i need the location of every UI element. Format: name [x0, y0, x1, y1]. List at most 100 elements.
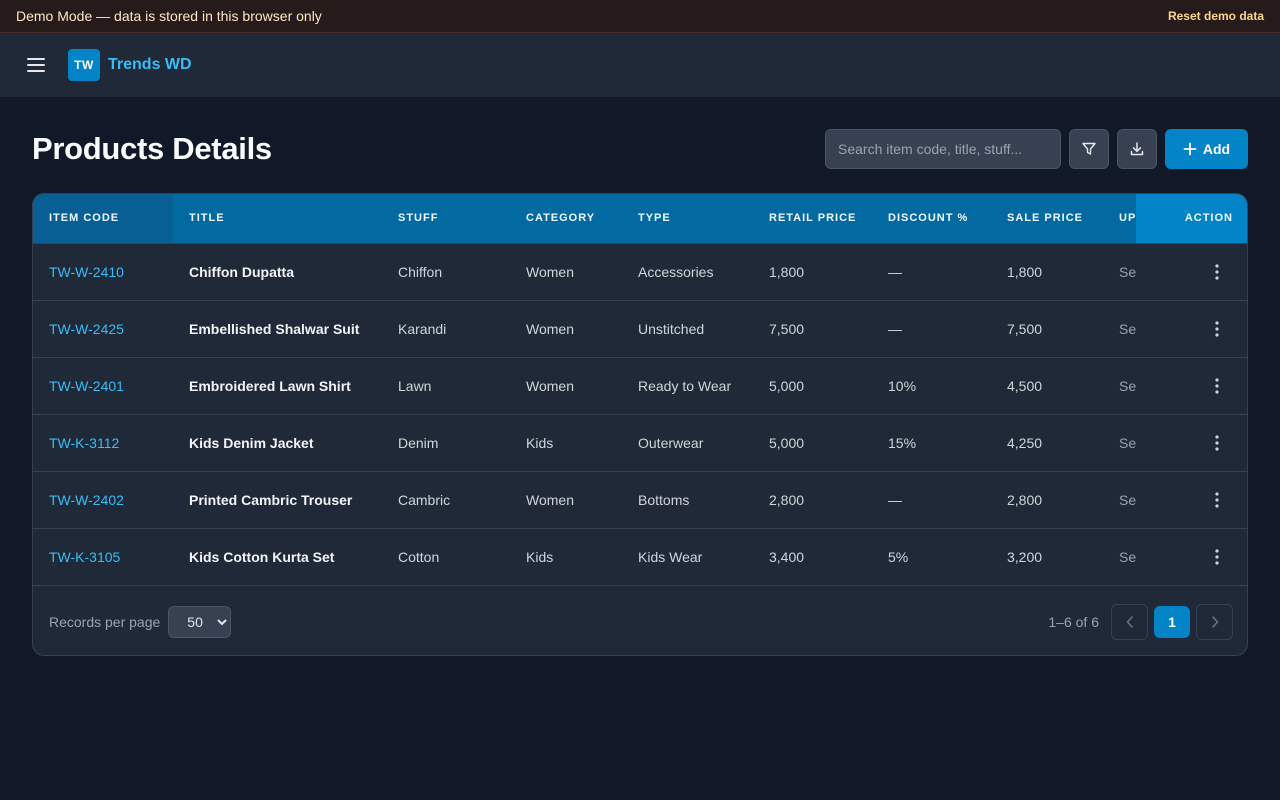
- reset-demo-data-button[interactable]: Reset demo data: [1168, 9, 1264, 23]
- download-button[interactable]: [1117, 129, 1157, 169]
- column-header-item-code[interactable]: ITEM CODE: [33, 194, 173, 243]
- product-type: Ready to Wear: [638, 377, 732, 394]
- product-title: Embellished Shalwar Suit: [189, 320, 360, 337]
- product-category: Women: [526, 320, 574, 337]
- table-row: TW-K-3112 Kids Denim Jacket Denim Kids O…: [33, 414, 1247, 471]
- pagination: 1–6 of 6 1: [1048, 603, 1233, 640]
- retail-price: 1,800: [769, 263, 805, 280]
- app-header: TW Trends WD: [0, 33, 1280, 97]
- table-row: TW-W-2410 Chiffon Dupatta Chiffon Women …: [33, 243, 1247, 300]
- discount: —: [888, 263, 902, 280]
- retail-price: 7,500: [769, 320, 805, 337]
- table-row: TW-W-2401 Embroidered Lawn Shirt Lawn Wo…: [33, 357, 1247, 414]
- page-title: Products Details: [32, 131, 272, 166]
- up-value: Se: [1119, 263, 1136, 280]
- row-action-cell: [1136, 243, 1247, 300]
- product-stuff: Cotton: [398, 548, 440, 565]
- chevron-right-icon: [1211, 615, 1218, 628]
- more-vertical-icon: [1215, 263, 1219, 280]
- brand-name: Trends WD: [108, 56, 192, 73]
- column-header-stuff[interactable]: STUFF: [382, 194, 510, 243]
- product-title: Printed Cambric Trouser: [189, 491, 353, 508]
- row-action-cell: [1136, 528, 1247, 585]
- item-code-link[interactable]: TW-K-3112: [33, 414, 173, 471]
- product-category: Women: [526, 377, 574, 394]
- row-actions-button[interactable]: [1205, 545, 1229, 569]
- records-per-page-label: Records per page: [49, 613, 161, 630]
- records-per-page: Records per page 50: [49, 605, 232, 638]
- row-action-cell: [1136, 300, 1247, 357]
- table-row: TW-K-3105 Kids Cotton Kurta Set Cotton K…: [33, 528, 1247, 585]
- logo-badge: TW: [68, 49, 100, 81]
- column-header-type[interactable]: TYPE: [622, 194, 753, 243]
- product-stuff: Chiffon: [398, 263, 443, 280]
- more-vertical-icon: [1215, 549, 1219, 565]
- product-type: Outerwear: [638, 434, 704, 451]
- up-value: Se: [1119, 320, 1136, 337]
- row-action-cell: [1136, 357, 1247, 414]
- table-row: TW-W-2402 Printed Cambric Trouser Cambri…: [33, 471, 1247, 528]
- sale-price: 4,500: [1007, 377, 1043, 394]
- retail-price: 5,000: [769, 434, 805, 451]
- next-page-button[interactable]: [1196, 603, 1233, 640]
- products-table: ITEM CODE TITLE STUFF CATEGORY TYPE RETA…: [33, 194, 1247, 585]
- row-actions-button[interactable]: [1205, 488, 1229, 512]
- column-header-title[interactable]: TITLE: [173, 194, 382, 243]
- hamburger-menu-icon: [27, 58, 45, 72]
- product-stuff: Denim: [398, 434, 439, 451]
- pagination-range: 1–6 of 6: [1048, 613, 1099, 630]
- product-stuff: Lawn: [398, 377, 432, 394]
- funnel-icon: [1082, 142, 1096, 155]
- row-actions-button[interactable]: [1205, 374, 1229, 398]
- menu-button[interactable]: [24, 53, 48, 77]
- item-code-link[interactable]: TW-W-2410: [33, 243, 173, 300]
- discount: —: [888, 491, 902, 508]
- chevron-left-icon: [1126, 615, 1133, 628]
- row-actions-button[interactable]: [1205, 431, 1229, 455]
- product-title: Embroidered Lawn Shirt: [189, 377, 351, 394]
- product-category: Kids: [526, 434, 554, 451]
- table-header-row: ITEM CODE TITLE STUFF CATEGORY TYPE RETA…: [33, 194, 1247, 243]
- column-header-category[interactable]: CATEGORY: [510, 194, 622, 243]
- row-actions-button[interactable]: [1205, 317, 1229, 341]
- discount: 5%: [888, 548, 909, 565]
- sale-price: 7,500: [1007, 320, 1043, 337]
- item-code-link[interactable]: TW-W-2425: [33, 300, 173, 357]
- more-vertical-icon: [1215, 491, 1219, 508]
- up-value: Se: [1119, 491, 1136, 508]
- table-footer: Records per page 50 1–6 of 6 1: [33, 585, 1247, 655]
- sale-price: 3,200: [1007, 548, 1043, 565]
- up-value: Se: [1119, 377, 1136, 394]
- more-vertical-icon: [1215, 434, 1219, 451]
- demo-mode-banner: Demo Mode — data is stored in this brows…: [0, 0, 1280, 33]
- column-header-up[interactable]: UP: [1103, 194, 1136, 243]
- item-code-link[interactable]: TW-W-2402: [33, 471, 173, 528]
- item-code-link[interactable]: TW-W-2401: [33, 357, 173, 414]
- add-product-button[interactable]: Add: [1165, 129, 1248, 169]
- sale-price: 4,250: [1007, 434, 1043, 451]
- product-title: Kids Cotton Kurta Set: [189, 548, 335, 565]
- retail-price: 3,400: [769, 548, 805, 565]
- previous-page-button[interactable]: [1111, 603, 1148, 640]
- sale-price: 1,800: [1007, 263, 1043, 280]
- product-title: Chiffon Dupatta: [189, 263, 294, 280]
- product-stuff: Karandi: [398, 320, 447, 337]
- filter-button[interactable]: [1069, 129, 1109, 169]
- column-header-sale-price[interactable]: SALE PRICE: [991, 194, 1103, 243]
- page-number-button[interactable]: 1: [1154, 605, 1190, 638]
- sale-price: 2,800: [1007, 491, 1043, 508]
- column-header-retail-price[interactable]: RETAIL PRICE: [753, 194, 872, 243]
- column-header-discount[interactable]: DISCOUNT %: [872, 194, 991, 243]
- add-button-label: Add: [1202, 141, 1231, 157]
- product-category: Kids: [526, 548, 554, 565]
- records-per-page-select[interactable]: 50: [168, 605, 232, 638]
- row-actions-button[interactable]: [1205, 260, 1229, 284]
- demo-mode-text: Demo Mode — data is stored in this brows…: [16, 8, 322, 24]
- discount: 15%: [888, 434, 917, 451]
- product-type: Bottoms: [638, 491, 690, 508]
- search-input[interactable]: [825, 129, 1061, 169]
- item-code-link[interactable]: TW-K-3105: [33, 528, 173, 585]
- column-header-action: ACTION: [1136, 194, 1247, 243]
- brand-logo-link[interactable]: TW Trends WD: [68, 49, 192, 81]
- row-action-cell: [1136, 471, 1247, 528]
